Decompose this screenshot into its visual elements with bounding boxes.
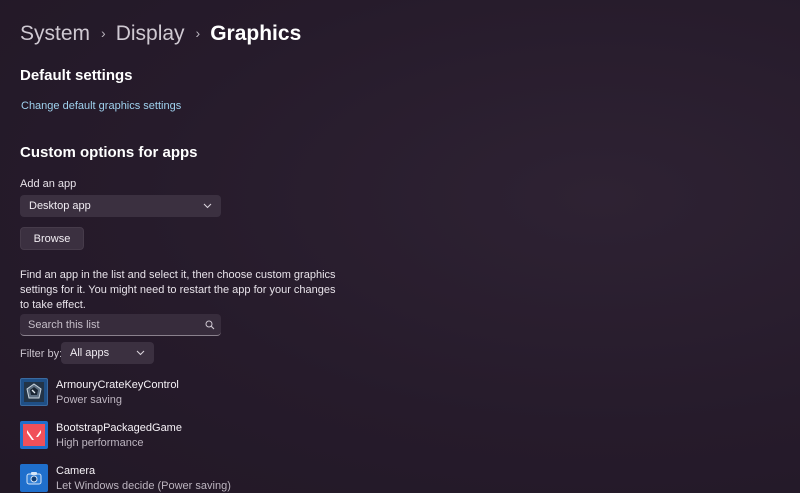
app-name: ArmouryCrateKeyControl — [56, 379, 179, 391]
app-type-dropdown[interactable]: Desktop app — [20, 195, 221, 217]
app-list-item[interactable]: ArmouryCrateKeyControl Power saving — [20, 378, 340, 410]
chevron-right-icon: › — [195, 25, 201, 41]
valorant-icon — [20, 421, 48, 449]
filter-dropdown[interactable]: All apps — [61, 342, 154, 364]
filter-label: Filter by: — [20, 348, 63, 360]
browse-button[interactable]: Browse — [20, 227, 84, 250]
filter-selected: All apps — [70, 347, 110, 359]
app-list-item[interactable]: BootstrapPackagedGame High performance — [20, 421, 340, 453]
search-icon — [205, 320, 215, 330]
add-app-label: Add an app — [20, 178, 77, 190]
breadcrumb-display[interactable]: Display — [116, 22, 185, 46]
armoury-crate-icon — [20, 378, 48, 406]
page-title: Graphics — [210, 22, 302, 45]
app-status: Let Windows decide (Power saving) — [56, 480, 231, 492]
default-settings-heading: Default settings — [20, 67, 133, 84]
camera-icon — [20, 464, 48, 492]
app-status: High performance — [56, 437, 144, 449]
app-type-selected: Desktop app — [29, 200, 91, 212]
chevron-down-icon — [135, 348, 145, 358]
app-name: BootstrapPackagedGame — [56, 422, 182, 434]
chevron-right-icon: › — [101, 25, 106, 41]
app-name: Camera — [56, 465, 96, 477]
app-status: Power saving — [56, 394, 123, 406]
search-placeholder: Search this list — [28, 318, 100, 331]
instructions-text: Find an app in the list and select it, t… — [20, 269, 336, 311]
change-default-graphics-link[interactable]: Change default graphics settings — [21, 100, 181, 112]
breadcrumb: System › Display › Graphics — [20, 22, 301, 46]
app-list-item[interactable]: Camera Let Windows decide (Power saving) — [20, 464, 340, 493]
breadcrumb-system[interactable]: System — [20, 22, 90, 46]
search-input[interactable]: Search this list — [20, 314, 221, 336]
custom-options-heading: Custom options for apps — [20, 144, 198, 161]
chevron-down-icon — [202, 201, 212, 211]
